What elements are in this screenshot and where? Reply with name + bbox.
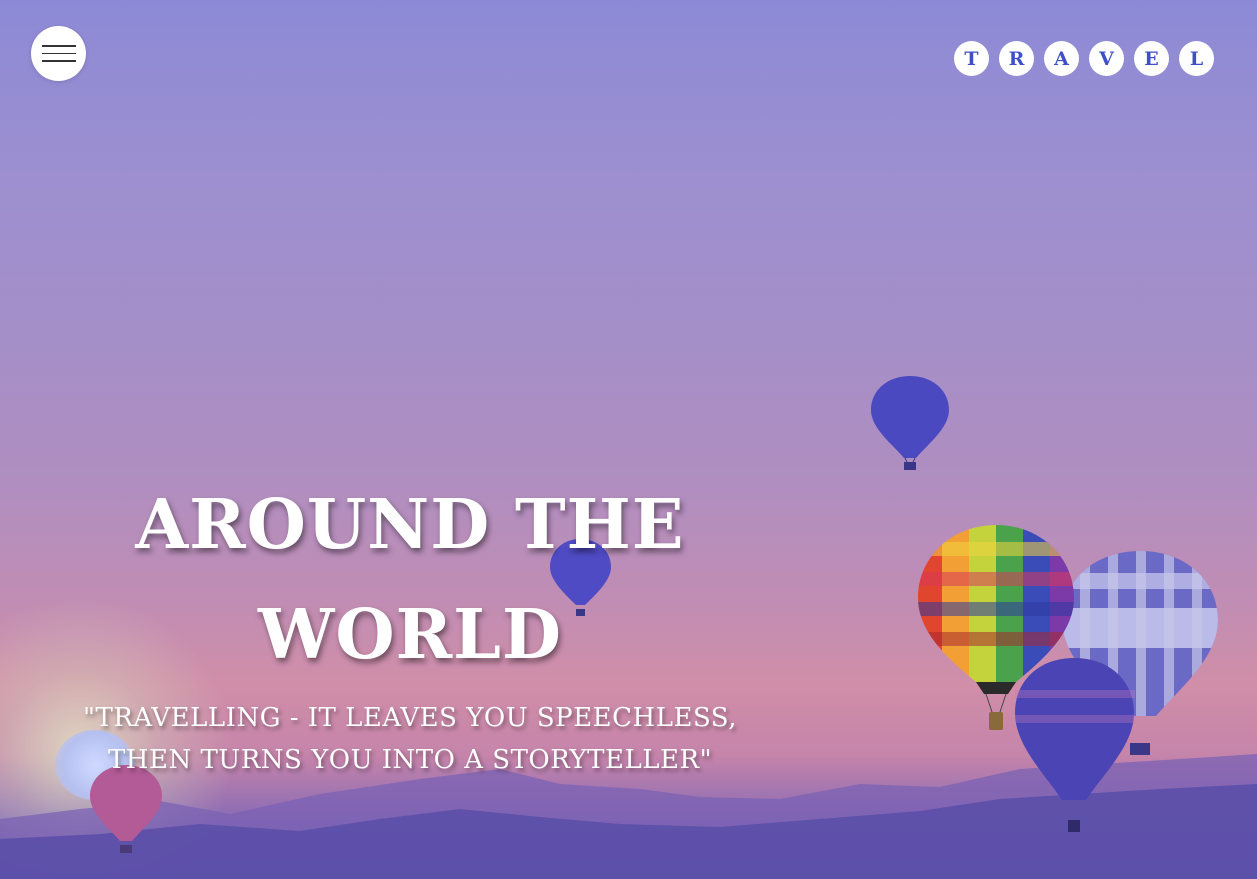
hero-section: T R A V E L AROUND THE WORLD "TRAVELLING…: [0, 0, 1257, 879]
hamburger-menu-icon-bar: [41, 60, 76, 62]
logo-letter: V: [1089, 41, 1124, 76]
logo-letter: T: [954, 41, 989, 76]
hamburger-menu-icon-bar: [41, 52, 76, 55]
hero-quote: "TRAVELLING - IT LEAVES YOU SPEECHLESS, …: [60, 697, 760, 781]
quote-line-2: THEN TURNS YOU INTO A STORYTELLER": [107, 745, 713, 775]
headline-line-2: WORLD: [258, 595, 562, 675]
hamburger-menu-icon-bar: [41, 45, 76, 47]
menu-button[interactable]: [31, 26, 86, 81]
rainbow-balloon-icon: [918, 525, 1074, 730]
logo-letter: L: [1179, 41, 1214, 76]
quote-line-1: "TRAVELLING - IT LEAVES YOU SPEECHLESS,: [83, 703, 737, 733]
logo-letter: R: [999, 41, 1034, 76]
hero-headline: AROUND THE WORLD: [60, 470, 760, 690]
travel-logo[interactable]: T R A V E L: [954, 41, 1214, 76]
logo-letter: E: [1134, 41, 1169, 76]
headline-line-1: AROUND THE: [135, 485, 685, 565]
balloon-icon: [871, 376, 949, 470]
logo-letter: A: [1044, 41, 1079, 76]
